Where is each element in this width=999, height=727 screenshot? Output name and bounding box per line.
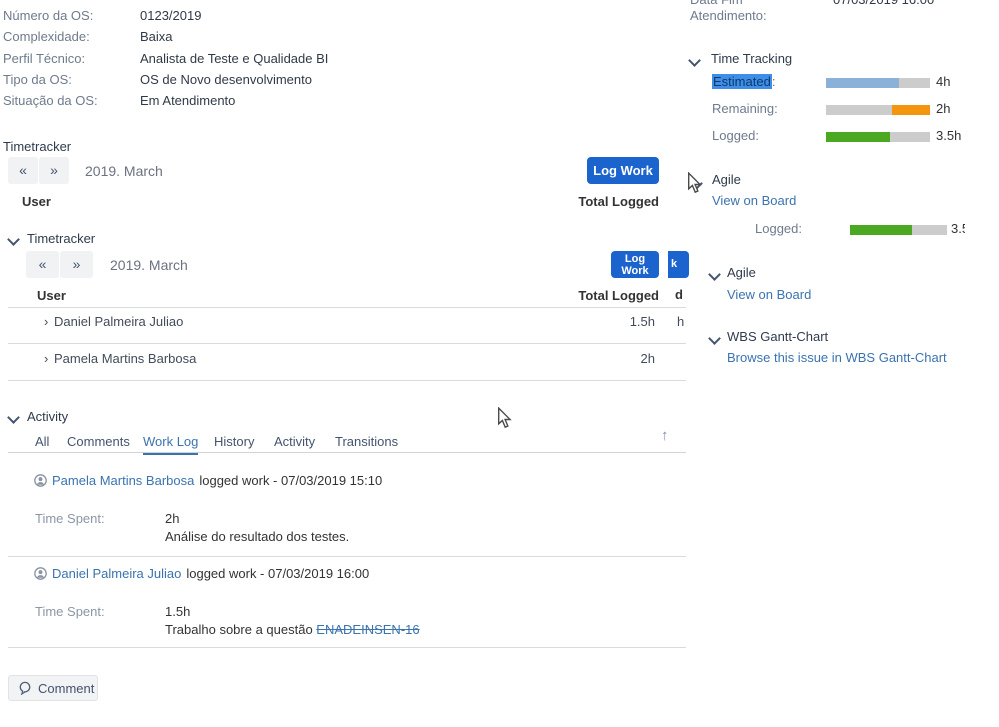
worklog-description: Análise do resultado dos testes. (165, 529, 350, 544)
timetracker-top-prev-month-button[interactable]: « (8, 157, 38, 184)
logged-bar (826, 132, 930, 142)
worklog-description-text: Trabalho sobre a questão (165, 622, 317, 637)
sidebar-field-value: 07/03/2019 16:00 (833, 0, 934, 7)
tab-activity[interactable]: Activity (274, 434, 315, 453)
timetracker-collapse-icon[interactable] (7, 233, 20, 246)
tab-comments[interactable]: Comments (67, 434, 130, 453)
worklog-entry-header: Daniel Palmeira Juliao logged work - 07/… (34, 566, 369, 581)
table-row-total-pamela: 2h (640, 351, 655, 366)
field-value-complexidade: Baixa (140, 29, 173, 44)
field-label-tipo: Tipo da OS: (3, 72, 72, 87)
comment-button-label: Comment (38, 680, 95, 696)
comment-bubble-icon (18, 681, 32, 695)
wbs-collapse-icon[interactable] (708, 332, 721, 345)
row-total-fragment: h (677, 314, 685, 329)
log-work-button-fragment: k (668, 251, 689, 278)
timetracker-user-header: User (37, 288, 66, 303)
timetracker-top-title: Timetracker (3, 139, 72, 154)
table-divider (8, 343, 686, 344)
table-divider (8, 307, 686, 308)
sidebar-field-label-line2: Atendimento: (690, 8, 767, 23)
estimated-bar (826, 78, 930, 88)
field-label-perfil: Perfil Técnico: (3, 51, 86, 66)
timetracker-top-month-label: 2019. March (85, 163, 163, 179)
worklog-author-link[interactable]: Pamela Martins Barbosa (52, 473, 194, 488)
avatar (34, 474, 47, 487)
timetracker-total-logged-header: Total Logged (578, 288, 659, 303)
issue-page: Número da OS: 0123/2019 Complexidade: Ba… (0, 0, 999, 727)
tab-bar-divider (8, 452, 686, 453)
activity-title: Activity (27, 409, 69, 424)
table-row-user-pamela[interactable]: Pamela Martins Barbosa (54, 351, 196, 366)
remaining-value: 2h (936, 101, 951, 116)
time-spent-value: 1.5h (165, 604, 191, 619)
worklog-action-text: logged work - 07/03/2019 15:10 (199, 473, 383, 488)
time-tracking-collapse-icon[interactable] (688, 54, 701, 67)
worklog-entry-header: Pamela Martins Barbosa logged work - 07/… (34, 473, 382, 488)
estimated-colon: : (771, 74, 776, 89)
worklog-divider (8, 647, 686, 648)
estimated-value: 4h (936, 74, 951, 89)
tab-transitions[interactable]: Transitions (335, 434, 398, 453)
timetracker-top-user-header: User (22, 194, 51, 209)
mouse-cursor-icon (686, 172, 703, 194)
worklog-divider (8, 556, 686, 557)
timetracker-month-label: 2019. March (110, 257, 188, 273)
avatar (34, 567, 47, 580)
tab-history[interactable]: History (214, 434, 254, 453)
logged-overlay-value: 3.5h (951, 221, 965, 236)
field-value-perfil: Analista de Teste e Qualidade BI (140, 51, 329, 66)
field-value-tipo: OS de Novo desenvolvimento (140, 72, 312, 87)
view-on-board-link[interactable]: View on Board (727, 287, 811, 302)
table-divider (8, 380, 686, 381)
agile-overlay-title: Agile (712, 172, 741, 187)
remaining-label: Remaining: (712, 101, 778, 116)
timetracker-top-total-logged-header: Total Logged (578, 194, 659, 209)
timetracker-log-work-button[interactable]: Log Work (611, 251, 659, 278)
view-on-board-link[interactable]: View on Board (712, 193, 796, 208)
field-value-situacao: Em Atendimento (140, 93, 236, 108)
timetracker-top-next-month-button[interactable]: » (39, 157, 69, 184)
field-label-situacao: Situação da OS: (3, 93, 98, 108)
time-spent-label: Time Spent: (35, 511, 105, 526)
remaining-bar (826, 105, 930, 115)
field-value-numero-os: 0123/2019 (140, 8, 202, 23)
worklog-description: Trabalho sobre a questão ENADEINSEN-16 (165, 622, 420, 637)
estimated-label: Estimated: (712, 74, 775, 89)
selected-text: Estimated (712, 74, 772, 89)
sidebar-field-label-line1: Data Fim (690, 0, 743, 7)
logged-value: 3.5h (936, 128, 962, 143)
scroll-to-top-icon[interactable]: ↑ (661, 427, 669, 444)
tab-all[interactable]: All (35, 434, 49, 453)
field-label-numero-os: Número da OS: (3, 8, 94, 23)
time-spent-value: 2h (165, 511, 180, 526)
time-spent-label: Time Spent: (35, 604, 105, 619)
timetracker-next-month-button[interactable]: » (60, 251, 93, 278)
timetracker-prev-month-button[interactable]: « (26, 251, 59, 278)
total-logged-header-fragment: d (675, 287, 683, 302)
activity-collapse-icon[interactable] (7, 411, 20, 424)
table-row-total-daniel: 1.5h (629, 314, 655, 329)
row-expand-icon[interactable]: › (44, 314, 48, 329)
issue-key-link[interactable]: ENADEINSEN-16 (316, 622, 419, 637)
time-tracking-title: Time Tracking (711, 51, 793, 66)
worklog-action-text: logged work - 07/03/2019 16:00 (186, 566, 370, 581)
comment-button[interactable]: Comment (8, 675, 98, 701)
logged-label: Logged: (712, 128, 759, 143)
row-expand-icon[interactable]: › (44, 351, 48, 366)
logged-overlay-label: Logged: (755, 221, 802, 236)
agile-title: Agile (727, 265, 756, 280)
mouse-cursor-icon (496, 407, 513, 429)
agile-collapse-icon[interactable] (708, 268, 721, 281)
logged-overlay-bar (850, 225, 947, 235)
worklog-author-link[interactable]: Daniel Palmeira Juliao (52, 566, 181, 581)
wbs-browse-link[interactable]: Browse this issue in WBS Gantt-Chart (727, 350, 947, 365)
timetracker-top-log-work-button[interactable]: Log Work (587, 157, 659, 184)
field-label-complexidade: Complexidade: (3, 29, 90, 44)
timetracker-title: Timetracker (27, 231, 96, 246)
table-row-user-daniel[interactable]: Daniel Palmeira Juliao (54, 314, 183, 329)
wbs-title: WBS Gantt-Chart (727, 329, 829, 344)
